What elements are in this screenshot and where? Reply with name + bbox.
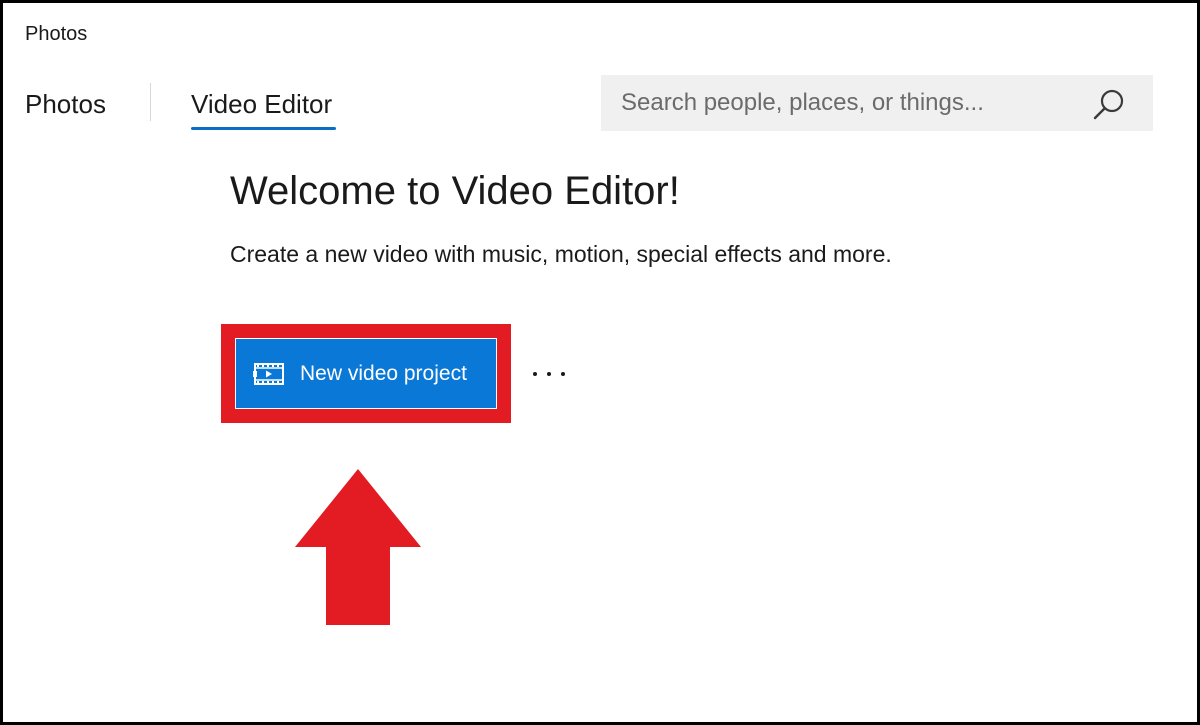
- welcome-subtitle: Create a new video with music, motion, s…: [230, 241, 892, 267]
- search-input[interactable]: [601, 75, 1081, 131]
- annotation-arrow-up-icon: [295, 469, 421, 625]
- more-icon[interactable]: [529, 353, 573, 393]
- new-video-project-button[interactable]: New video project: [236, 339, 496, 408]
- tab-video-editor[interactable]: Video Editor: [191, 89, 332, 120]
- tab-divider: [150, 83, 151, 121]
- new-video-project-label: New video project: [300, 361, 467, 385]
- app-window: Photos Photos Video Editor Welcome to Vi…: [0, 0, 1200, 725]
- tab-photos[interactable]: Photos: [25, 89, 106, 120]
- search-icon[interactable]: [1091, 87, 1127, 123]
- search-box: [601, 75, 1153, 131]
- app-title: Photos: [25, 23, 88, 45]
- video-project-icon: [253, 362, 284, 385]
- active-tab-indicator: [191, 127, 336, 130]
- welcome-title: Welcome to Video Editor!: [230, 169, 680, 213]
